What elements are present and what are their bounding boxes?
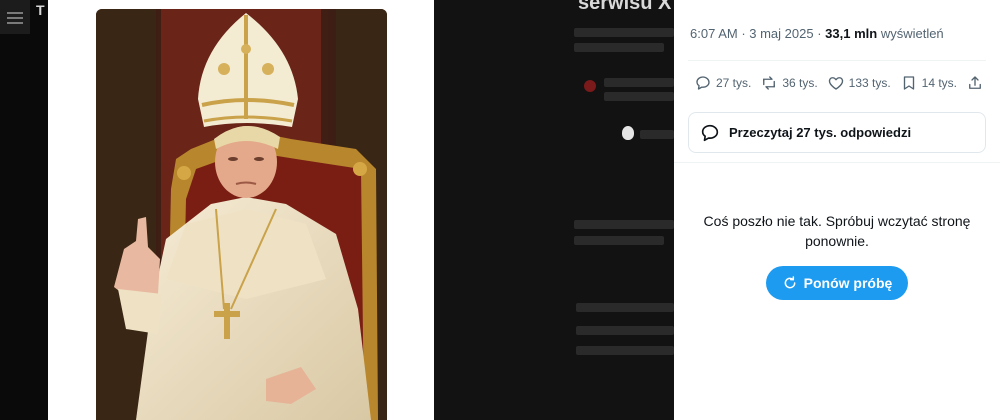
reply-button[interactable]: 27 tys. [694,74,751,92]
background-text-line [604,78,674,87]
repost-count: 36 tys. [782,76,818,90]
like-button[interactable]: 133 tys. [827,74,891,92]
retry-label: Ponów próbę [803,275,893,291]
like-icon [828,77,843,90]
divider [688,60,986,61]
menu-icon[interactable] [0,0,30,34]
background-text-line [574,236,664,245]
error-message: Coś poszło nie tak. Spróbuj wczytać stro… [703,213,971,249]
background-badge-icon [584,80,596,92]
read-replies-label: Przeczytaj 27 tys. odpowiedzi [729,125,912,140]
meta-separator: · [813,26,826,41]
media-viewer [48,0,434,420]
views-label: wyświetleń [880,26,944,41]
post-date[interactable]: 3 maj 2025 [749,26,813,41]
bookmark-count: 14 tys. [921,76,958,90]
views-count: 33,1 mln [825,26,878,41]
background-text-line [604,92,674,101]
background-text-line [640,130,674,139]
read-replies-button[interactable]: Przeczytaj 27 tys. odpowiedzi [688,112,986,153]
background-text-line [574,28,674,37]
like-count: 133 tys. [848,76,891,90]
apple-icon [622,126,634,140]
post-image[interactable] [96,9,387,420]
background-text-line [574,220,674,229]
background-page: serwisu X? [434,0,674,420]
reply-count: 27 tys. [716,76,752,90]
background-text-line [574,43,664,52]
post-meta: 6:07 AM · 3 maj 2025 · 33,1 mln wyświetl… [690,26,944,41]
replies-bubble-icon [701,124,719,141]
reply-icon [696,76,710,90]
bookmark-button[interactable]: 14 tys. [900,74,957,92]
background-text-line [576,303,674,312]
background-text-line [576,326,674,335]
refresh-icon [784,276,796,289]
background-text-line [576,346,674,355]
section-divider [674,162,1000,163]
post-actions: 27 tys. 36 tys. 133 tys. 14 tys. [694,73,984,93]
post-time[interactable]: 6:07 AM [690,26,738,41]
repost-icon [763,76,776,90]
post-detail-panel: 6:07 AM · 3 maj 2025 · 33,1 mln wyświetl… [674,0,1000,420]
share-button[interactable] [966,74,984,92]
repost-button[interactable]: 36 tys. [760,74,818,92]
left-sidebar-strip: T [0,0,48,420]
bookmark-icon [903,76,914,90]
app-letter: T [36,2,45,18]
background-heading: serwisu X? [578,0,674,14]
retry-button[interactable]: Ponów próbę [766,266,908,300]
share-icon [969,76,981,89]
meta-separator: · [737,26,750,41]
